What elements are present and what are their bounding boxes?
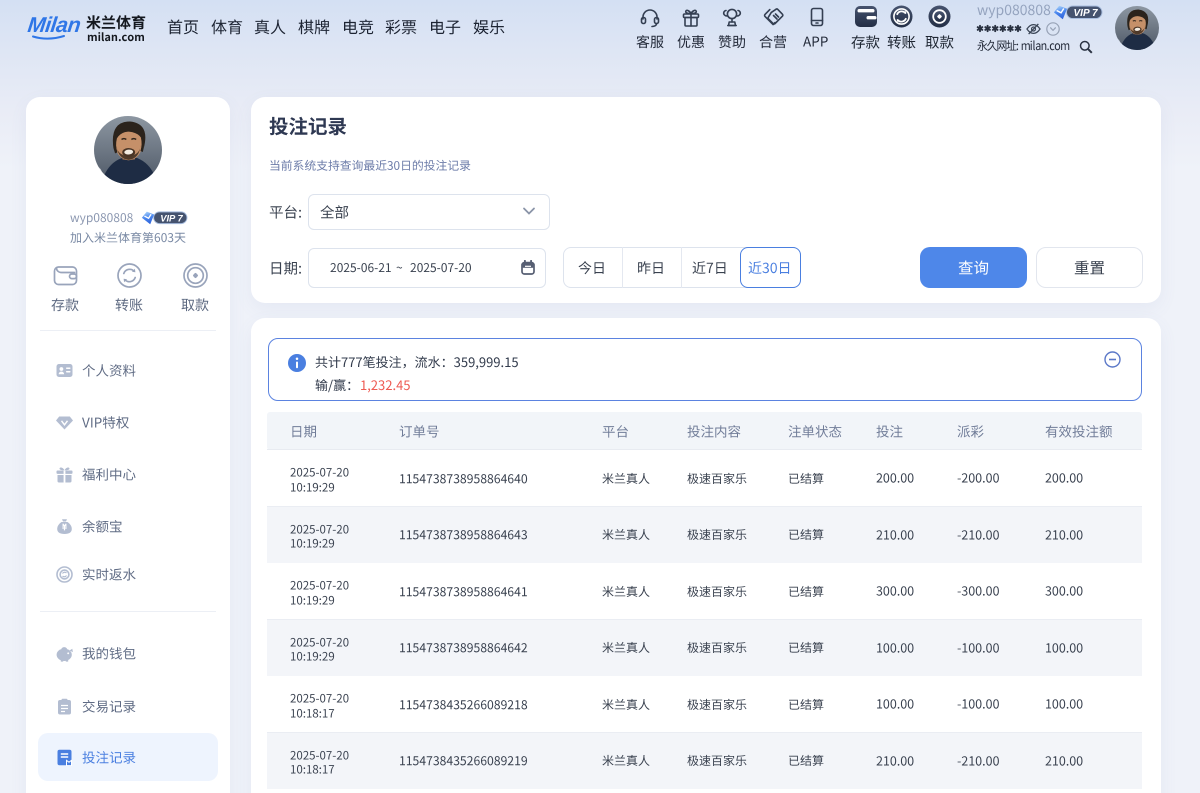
svg-text:VIP 7: VIP 7: [1074, 8, 1099, 19]
svg-text:VIP 7: VIP 7: [160, 213, 183, 223]
svg-text:Milan: Milan: [26, 12, 82, 37]
